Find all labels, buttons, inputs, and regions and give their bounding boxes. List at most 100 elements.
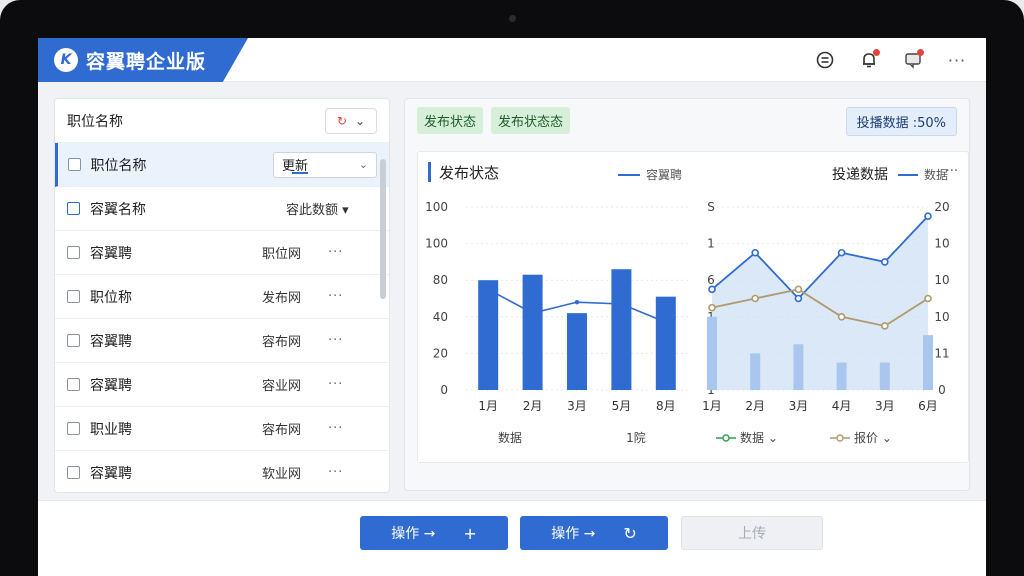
line-point <box>530 310 535 316</box>
list-item[interactable]: 职位称 发布网 ··· <box>55 275 389 319</box>
line-point <box>708 285 716 294</box>
y-tick-label-right: 10 <box>934 273 949 287</box>
row-more-icon[interactable]: ··· <box>328 289 343 304</box>
list-item[interactable]: 容翼名称 容此数额 ▾ <box>55 187 389 231</box>
bar <box>707 316 717 390</box>
row-select[interactable]: 更新 ⌄ <box>272 151 377 178</box>
line-point <box>794 294 803 303</box>
y-tick-label: 100 <box>425 200 448 214</box>
list-item[interactable]: 容翼聘 软业网 ··· <box>55 451 389 492</box>
line-point <box>924 212 932 220</box>
row-checkbox[interactable] <box>67 422 80 435</box>
bar <box>750 353 761 390</box>
y-tick-label-right: 0 <box>938 383 946 397</box>
row-name: 容翼聘 <box>90 333 132 350</box>
list-item[interactable]: 容翼聘 容业网 ··· <box>55 363 389 407</box>
y-tick-label: 40 <box>433 310 448 324</box>
row-checkbox[interactable] <box>67 290 80 303</box>
row-name: 容翼聘 <box>90 465 132 482</box>
row-name: 职位名称 <box>90 157 147 174</box>
x-tick-label: 1月 <box>702 399 722 413</box>
bar <box>879 362 890 390</box>
row-checkbox[interactable] <box>67 466 80 479</box>
row-checkbox[interactable] <box>67 378 80 391</box>
rate-badge: 投播数据 :50% <box>845 107 957 136</box>
row-value: 容布网 <box>262 423 302 438</box>
x-tick-label: 6月 <box>918 399 938 413</box>
row-checkbox[interactable] <box>67 246 80 259</box>
message-icon[interactable] <box>902 49 924 71</box>
list-item[interactable]: 容翼聘 职位网 ··· <box>55 231 389 275</box>
y-tick-label: 20 <box>433 346 448 360</box>
row-more-icon[interactable]: ··· <box>328 421 343 436</box>
legend-text: 数据 ⌄ <box>740 430 778 445</box>
top-bar: K 容翼聘企业版 ··· <box>38 38 986 82</box>
x-tick-label: 2月 <box>523 399 543 413</box>
list-scrollbar[interactable] <box>380 159 386 299</box>
app-screen: K 容翼聘企业版 ··· 职位名称 ↻ ⌄ 职位名称 更新 ⌄ 容翼名称 容此数… <box>38 38 986 576</box>
operate-button-1[interactable]: 操作 → + <box>360 516 508 550</box>
x-tick-label: 3月 <box>567 399 587 413</box>
line-point <box>708 303 716 312</box>
list-item[interactable]: 职业聘 容布网 ··· <box>55 407 389 451</box>
row-more-icon[interactable]: ··· <box>328 465 343 480</box>
row-more-icon[interactable]: ··· <box>328 245 343 260</box>
line-point <box>751 248 760 257</box>
row-checkbox[interactable] <box>67 334 80 347</box>
list-item[interactable]: 职位名称 更新 ⌄ <box>55 143 389 187</box>
stats-panel: 发布状态 发布状态态 投播数据 :50% 发布状态 容翼聘 投递数据 数据 ··… <box>404 98 970 491</box>
bar <box>478 280 499 390</box>
brand[interactable]: K 容翼聘企业版 <box>38 38 248 82</box>
menu-icon[interactable] <box>814 49 836 71</box>
row-value: 发布网 <box>262 291 302 306</box>
bell-icon[interactable] <box>858 49 880 71</box>
x-tick-label: 3月 <box>875 399 895 413</box>
filter-button[interactable]: ↻ ⌄ <box>325 107 377 134</box>
bar <box>923 335 933 390</box>
bar <box>567 313 587 390</box>
y-tick-label: 0 <box>440 383 448 397</box>
x-tick-label: 3月 <box>789 399 809 413</box>
upload-button[interactable]: 上传 <box>681 516 823 550</box>
line-point <box>574 299 580 305</box>
row-name: 容翼聘 <box>90 245 132 262</box>
status-tag[interactable]: 发布状态态 <box>491 107 571 134</box>
status-tag[interactable]: 发布状态 <box>417 107 484 134</box>
line-point <box>794 285 803 294</box>
line-point <box>486 287 491 292</box>
row-checkbox[interactable] <box>68 158 81 171</box>
line-point <box>880 258 889 266</box>
more-icon[interactable]: ··· <box>946 49 968 71</box>
row-dropdown[interactable]: 容此数额 ▾ <box>286 199 349 218</box>
notification-dot <box>873 49 880 56</box>
row-name: 容翼名称 <box>90 201 146 218</box>
plus-icon: + <box>463 523 477 543</box>
line-point <box>751 294 760 303</box>
message-dot <box>917 49 924 56</box>
row-more-icon[interactable]: ··· <box>328 377 343 392</box>
legend-marker-price <box>836 434 844 442</box>
list-header-title: 职位名称 <box>67 113 123 130</box>
charts-svg: 10010080402001月 2月 3月 5月 8月数据 1院S 201 106 101 101… <box>425 200 950 445</box>
select-underline <box>291 171 308 174</box>
y-tick-label-right: 11 <box>934 346 949 360</box>
row-checkbox[interactable] <box>67 202 80 215</box>
x-axis-label: 1院 <box>626 431 646 445</box>
line-point <box>619 301 624 307</box>
list-item[interactable]: 容翼聘 容布网 ··· <box>55 319 389 363</box>
row-value: 容布网 <box>262 335 302 350</box>
x-tick-label: 8月 <box>656 399 676 413</box>
row-name: 职位称 <box>90 289 132 306</box>
bar <box>522 274 543 390</box>
operate-button-2[interactable]: 操作 → ↻ <box>520 516 668 550</box>
list-header: 职位名称 ↻ ⌄ <box>55 99 389 143</box>
row-more-icon[interactable]: ··· <box>328 333 343 348</box>
line-point <box>924 294 932 303</box>
legend-text: 报价 ⌄ <box>854 430 892 445</box>
bar <box>655 296 676 390</box>
y-tick-label: 80 <box>433 273 448 287</box>
line-point <box>837 313 846 321</box>
bar <box>611 269 632 390</box>
row-value: 容业网 <box>262 379 302 394</box>
row-name: 职业聘 <box>90 421 132 438</box>
